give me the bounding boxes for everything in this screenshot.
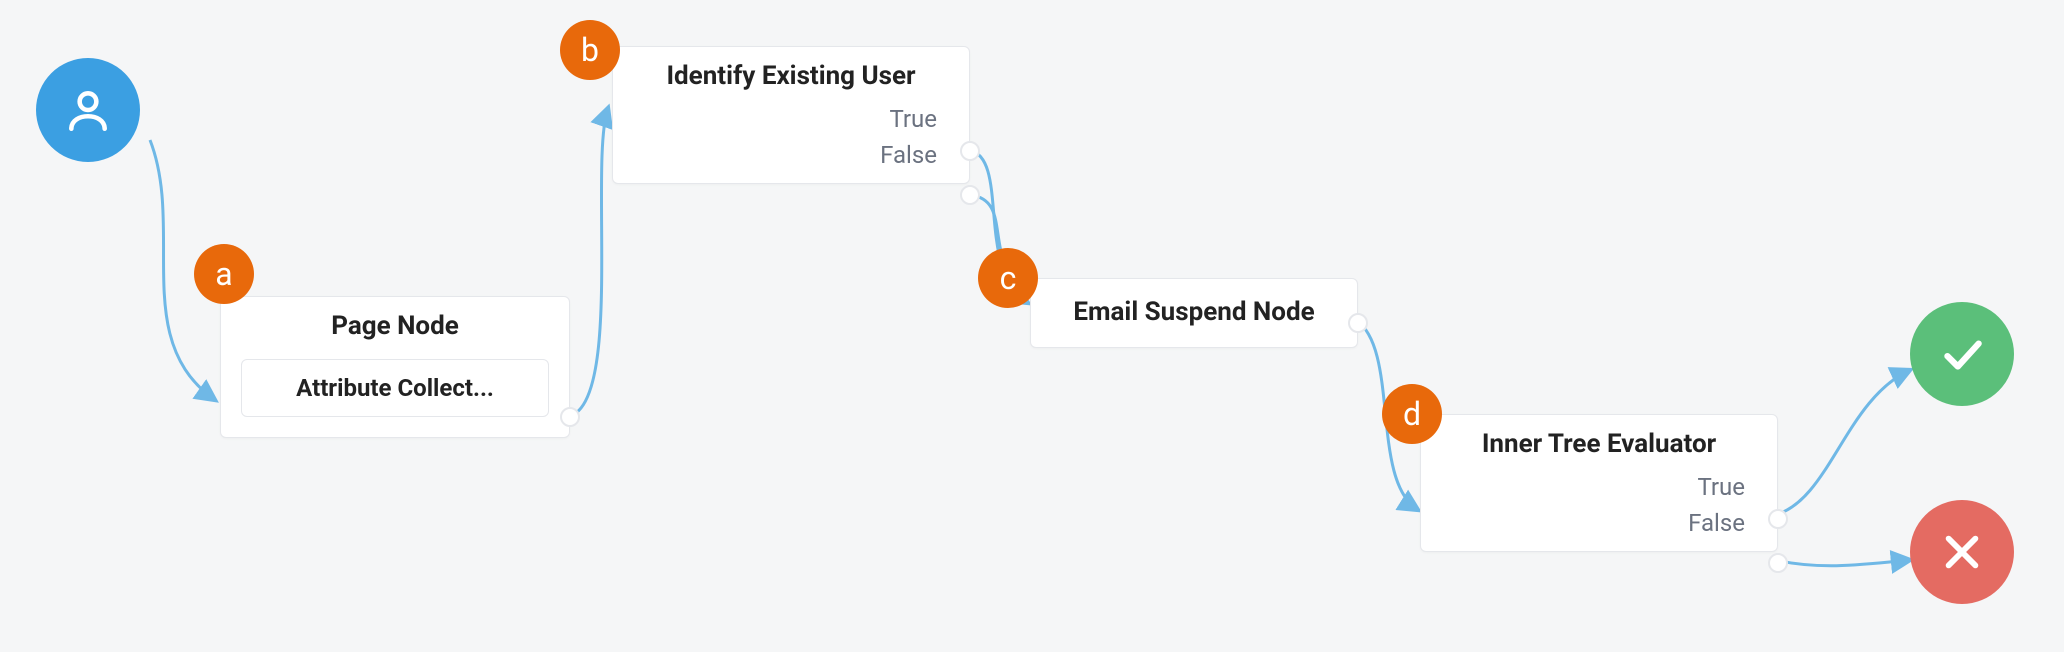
start-user-node[interactable] <box>36 58 140 162</box>
badge-c: c <box>978 248 1038 308</box>
node-title: Email Suspend Node <box>1031 279 1357 341</box>
output-true: True <box>613 101 969 137</box>
end-failure-node[interactable] <box>1910 500 2014 604</box>
output-port-false[interactable] <box>960 185 980 205</box>
node-email-suspend[interactable]: Email Suspend Node <box>1030 278 1358 348</box>
output-true: True <box>1421 469 1777 505</box>
node-page-node[interactable]: Page Node Attribute Collect... <box>220 296 570 438</box>
output-false: False <box>613 137 969 183</box>
check-icon <box>1937 329 1987 379</box>
output-port-true[interactable] <box>960 141 980 161</box>
end-success-node[interactable] <box>1910 302 2014 406</box>
badge-d: d <box>1382 384 1442 444</box>
close-icon <box>1939 529 1985 575</box>
output-port[interactable] <box>560 407 580 427</box>
node-identify-existing-user[interactable]: Identify Existing User True False <box>612 46 970 184</box>
node-inner-tree-evaluator[interactable]: Inner Tree Evaluator True False <box>1420 414 1778 552</box>
output-port-true[interactable] <box>1768 509 1788 529</box>
output-port-false[interactable] <box>1768 553 1788 573</box>
user-icon <box>63 85 113 135</box>
node-title: Identify Existing User <box>613 47 969 101</box>
badge-a: a <box>194 244 254 304</box>
output-port[interactable] <box>1348 313 1368 333</box>
node-title: Inner Tree Evaluator <box>1421 415 1777 469</box>
flow-canvas: Page Node Attribute Collect... a Identif… <box>0 0 2064 652</box>
inner-block-attribute-collector[interactable]: Attribute Collect... <box>241 359 549 417</box>
node-title: Page Node <box>221 297 569 351</box>
badge-b: b <box>560 20 620 80</box>
output-false: False <box>1421 505 1777 551</box>
